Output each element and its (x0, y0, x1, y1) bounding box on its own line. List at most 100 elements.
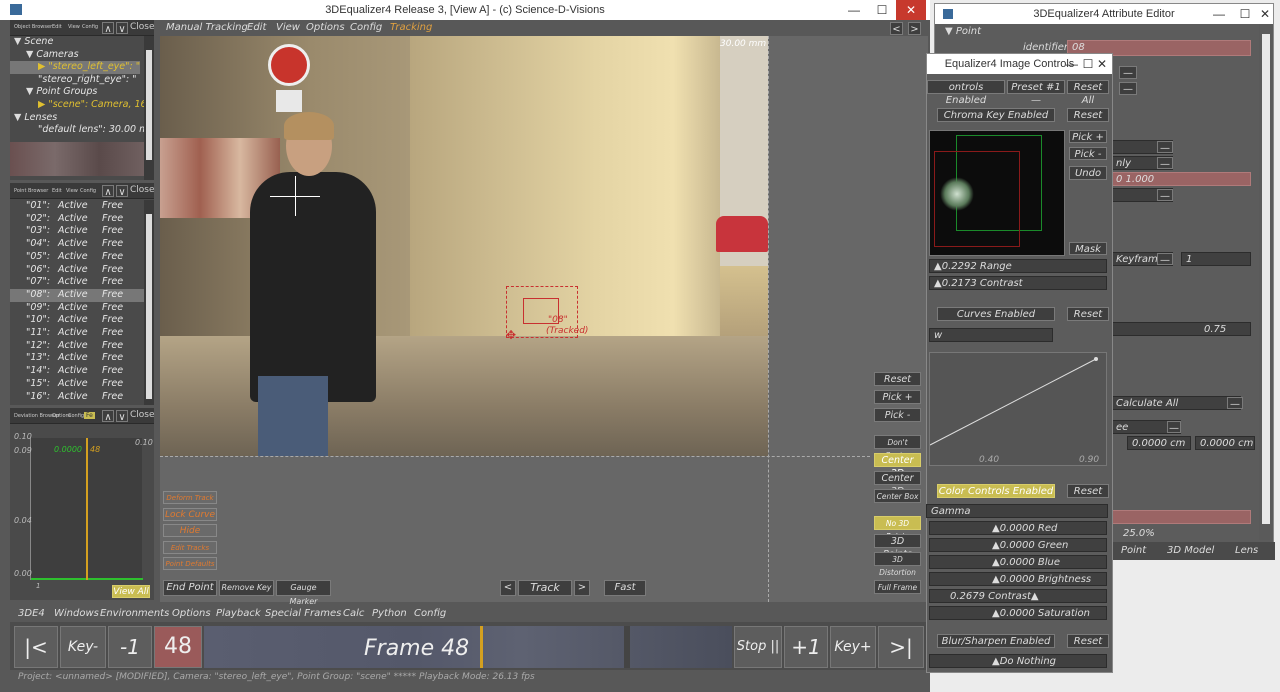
point-row[interactable]: "16": Active Free (10, 391, 144, 404)
gamma-field[interactable]: Gamma (926, 504, 1108, 518)
object-browser-down-button[interactable]: ∨ (116, 22, 128, 35)
attr-dropdown-8[interactable]: — (1167, 421, 1181, 434)
tree-item[interactable]: ▼ Scene (10, 36, 53, 49)
mask-button[interactable]: Mask (1069, 242, 1107, 255)
expand-arrow-icon[interactable]: ▼ (14, 36, 24, 47)
menu-options[interactable]: Options (306, 20, 345, 36)
tree-item[interactable]: ▼ Cameras (10, 49, 79, 62)
weight-slider[interactable]: 0.75 (1111, 322, 1251, 336)
menu-manual-tracking[interactable]: Manual Tracking (166, 20, 248, 36)
tool-hide-button[interactable]: Hide (163, 524, 217, 538)
end-point-button[interactable]: End Point (163, 580, 217, 596)
deviation-down-button[interactable]: ∨ (116, 410, 128, 423)
pick-plus-button[interactable]: Pick + (1069, 130, 1107, 143)
brightness-slider[interactable]: ▲0.0000 Brightness (929, 572, 1107, 586)
minimize-button[interactable]: — (840, 0, 868, 20)
point-section-header[interactable]: ▼ Point (945, 26, 981, 37)
object-browser-view-tab[interactable]: View (68, 24, 80, 30)
view-center-3d-button[interactable]: Center 3D (874, 471, 921, 497)
deviation-config-tab[interactable]: Config (68, 413, 84, 419)
expand-arrow-icon[interactable]: ▼ (26, 49, 36, 60)
contrast-slider[interactable]: ▲0.2173 Contrast (929, 276, 1107, 290)
point-row[interactable]: "03": Active Free (10, 225, 144, 238)
attr-value-field[interactable]: 0 1.000 (1111, 172, 1251, 186)
next-key-button[interactable]: Key+ (830, 626, 876, 668)
view-full-frame-button[interactable]: Full Frame (874, 580, 921, 594)
tree-item[interactable]: ▼ Point Groups (10, 86, 97, 99)
attr-dropdown-7[interactable]: — (1227, 397, 1243, 410)
tab-point[interactable]: Point (1121, 545, 1146, 556)
point-browser-config-tab[interactable]: Config (80, 188, 96, 194)
point-browser-down-button[interactable]: ∨ (116, 185, 128, 198)
preset-button[interactable]: Preset #1 — (1007, 80, 1065, 106)
point-row[interactable]: "11": Active Free (10, 327, 144, 340)
bottom-menu-playback[interactable]: Playback (216, 606, 261, 622)
nav-prev-button[interactable]: < (890, 22, 903, 35)
bottom-menu-windows[interactable]: Windows (54, 606, 99, 622)
cm-field-2[interactable]: 0.0000 cm (1195, 436, 1255, 450)
plus-one-button[interactable]: +1 (784, 626, 828, 668)
keyframe-value[interactable]: 1 (1181, 252, 1251, 266)
blur-reset-button[interactable]: Reset (1067, 634, 1109, 648)
saturation-slider[interactable]: ▲0.0000 Saturation (929, 606, 1107, 620)
tree-item[interactable]: "stereo_right_eye": " (10, 74, 137, 87)
tree-item[interactable]: ▶ "scene": Camera, 16 (10, 99, 147, 112)
object-browser-config-tab[interactable]: Config (82, 24, 98, 30)
frame-scrubber[interactable]: Frame 48 (204, 626, 732, 668)
menu-view[interactable]: View (276, 20, 300, 36)
curves-channel-field[interactable]: w (929, 328, 1053, 342)
view-don-t-center-button[interactable]: Don't Center (874, 435, 921, 460)
item-arrow-icon[interactable]: ▶ (38, 61, 48, 72)
tab-lens[interactable]: Lens (1235, 545, 1258, 556)
close-button[interactable]: ✕ (896, 0, 926, 20)
stop-button[interactable]: Stop || (734, 626, 782, 668)
curves-graph[interactable] (929, 352, 1107, 466)
maximize-button[interactable]: ☐ (868, 0, 896, 20)
track-prev-button[interactable]: < (500, 580, 516, 596)
fast-button[interactable]: Fast (604, 580, 646, 596)
view-center-box-button[interactable]: Center Box (874, 489, 921, 503)
tree-item[interactable]: ▼ Lenses (10, 112, 57, 125)
tracking-crosshair[interactable] (270, 176, 320, 216)
range-slider[interactable]: ▲0.2292 Range (929, 259, 1107, 273)
bottom-menu-3de4[interactable]: 3DE4 (18, 606, 45, 622)
minus-one-button[interactable]: -1 (108, 626, 152, 668)
point-browser-scrollbar[interactable] (144, 200, 154, 405)
attr-red-field[interactable] (1111, 510, 1251, 524)
gauge-marker-button[interactable]: Gauge Marker (276, 580, 331, 606)
attr-dropdown-1[interactable]: — (1119, 66, 1137, 79)
expand-arrow-icon[interactable]: ▼ (26, 86, 36, 97)
cm-field-1[interactable]: 0.0000 cm (1127, 436, 1191, 450)
menu-edit[interactable]: Edit (247, 20, 266, 36)
object-browser-tab[interactable]: Object Browser (14, 24, 52, 30)
view-all-button[interactable]: View All (112, 585, 150, 598)
prev-key-button[interactable]: Key- (60, 626, 106, 668)
controls-enabled-button[interactable]: ontrols Enabled (927, 80, 1005, 106)
chroma-key-button[interactable]: Chroma Key Enabled (937, 108, 1055, 122)
tool-deform-track-button[interactable]: Deform Track (163, 491, 217, 504)
deviation-graph[interactable] (30, 438, 143, 580)
track-button[interactable]: Track (518, 580, 572, 596)
point-row[interactable]: "08": Active Free (10, 288, 144, 302)
contrast2-slider[interactable]: 0.2679 Contrast▲ (929, 589, 1107, 603)
point-browser-min-button[interactable]: ∧ (102, 185, 114, 198)
bottom-menu-calc[interactable]: Calc (343, 606, 364, 622)
bottom-menu-python[interactable]: Python (372, 606, 407, 622)
blur-sharpen-button[interactable]: Blur/Sharpen Enabled (937, 634, 1055, 648)
red-slider[interactable]: ▲0.0000 Red (929, 521, 1107, 535)
attr-dropdown-4[interactable]: — (1157, 157, 1173, 170)
nav-next-button[interactable]: > (908, 22, 921, 35)
tree-item[interactable]: ▶ "stereo_left_eye": " (10, 61, 141, 74)
bottom-menu-config[interactable]: Config (414, 606, 446, 622)
point-row[interactable]: "05": Active Free (10, 251, 144, 264)
attr-minimize-button[interactable]: — (1205, 4, 1233, 24)
point-row[interactable]: "13": Active Free (10, 352, 144, 365)
object-browser-close-button[interactable]: Close (130, 22, 155, 32)
chroma-reset-button[interactable]: Reset (1067, 108, 1109, 122)
menu-tracking[interactable]: Tracking (390, 20, 432, 36)
point-browser-tab[interactable]: Point Browser (14, 188, 48, 194)
attr-dropdown-2[interactable]: — (1119, 82, 1137, 95)
chroma-cube-view[interactable] (929, 130, 1065, 256)
first-frame-button[interactable]: |< (14, 626, 58, 668)
tracker-move-icon[interactable]: ✥ (506, 328, 516, 342)
